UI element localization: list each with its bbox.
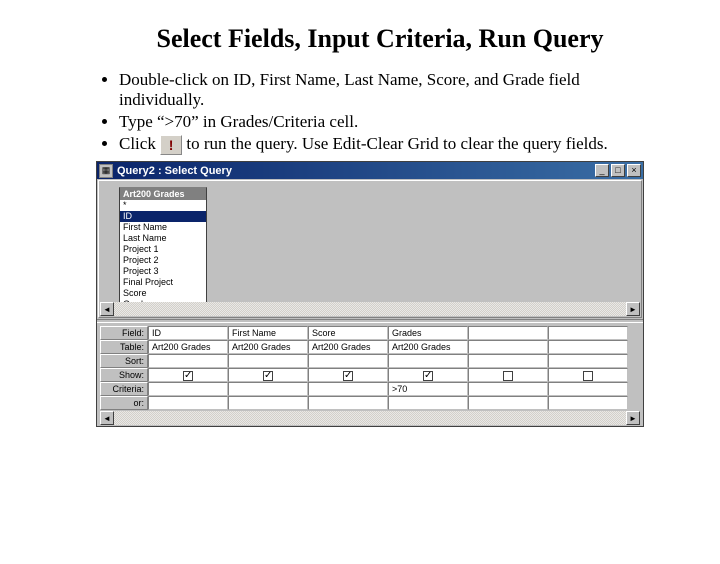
grid-cell-field[interactable]: First Name (228, 326, 308, 340)
instruction-item: Double-click on ID, First Name, Last Nam… (119, 70, 660, 110)
grid-cell-sort[interactable] (388, 354, 468, 368)
grid-cell-or[interactable] (548, 396, 628, 410)
instruction-item: Click ! to run the query. Use Edit-Clear… (119, 134, 660, 155)
show-checkbox[interactable] (343, 371, 353, 381)
maximize-button[interactable]: □ (611, 164, 625, 177)
grid-cell-criteria[interactable] (468, 382, 548, 396)
grid-cell-criteria[interactable] (308, 382, 388, 396)
titlebar[interactable]: ▦ Query2 : Select Query _ □ × (97, 162, 643, 179)
minimize-button[interactable]: _ (595, 164, 609, 177)
tables-pane[interactable]: Art200 Grades *IDFirst NameLast NameProj… (98, 180, 642, 318)
grid-cell-or[interactable] (468, 396, 548, 410)
field-list-item[interactable]: First Name (120, 222, 206, 233)
instructions-list: Double-click on ID, First Name, Last Nam… (95, 70, 660, 155)
grid-cell-sort[interactable] (548, 354, 628, 368)
instructions-block: Double-click on ID, First Name, Last Nam… (0, 70, 720, 155)
field-list-item[interactable]: Project 1 (120, 244, 206, 255)
grid-row-header: Show: (100, 368, 148, 382)
scroll-right-icon[interactable]: ► (626, 302, 640, 316)
field-list-item[interactable]: Final Project (120, 277, 206, 288)
grid-cell-or[interactable] (148, 396, 228, 410)
grid-cell-sort[interactable] (228, 354, 308, 368)
grid-cell-show[interactable] (548, 368, 628, 382)
grid-cell-show[interactable] (308, 368, 388, 382)
grid-row-header: Table: (100, 340, 148, 354)
scroll-left-icon[interactable]: ◄ (100, 411, 114, 425)
grid-cell-sort[interactable] (308, 354, 388, 368)
grid-cell-show[interactable] (228, 368, 308, 382)
scroll-track[interactable] (114, 302, 626, 316)
grid-cell-or[interactable] (228, 396, 308, 410)
show-checkbox[interactable] (583, 371, 593, 381)
grid-cell-show[interactable] (388, 368, 468, 382)
close-button[interactable]: × (627, 164, 641, 177)
grid-cell-or[interactable] (388, 396, 468, 410)
grid-cell-sort[interactable] (148, 354, 228, 368)
grid-cell-field[interactable]: Score (308, 326, 388, 340)
grid-row-header: or: (100, 396, 148, 410)
show-checkbox[interactable] (183, 371, 193, 381)
window-app-icon: ▦ (99, 164, 113, 178)
show-checkbox[interactable] (423, 371, 433, 381)
scroll-right-icon[interactable]: ► (626, 411, 640, 425)
grid-cell-sort[interactable] (468, 354, 548, 368)
grid-cell-table[interactable]: Art200 Grades (148, 340, 228, 354)
grid-row-header: Sort: (100, 354, 148, 368)
scroll-left-icon[interactable]: ◄ (100, 302, 114, 316)
field-listbox-caption: Art200 Grades (120, 188, 206, 200)
field-list-item[interactable]: Project 2 (120, 255, 206, 266)
field-list-item[interactable]: ID (120, 211, 206, 222)
grid-cell-field[interactable] (468, 326, 548, 340)
query-window: ▦ Query2 : Select Query _ □ × Art200 Gra… (96, 161, 644, 427)
field-list-item[interactable]: Last Name (120, 233, 206, 244)
grid-cell-criteria[interactable] (228, 382, 308, 396)
page-title: Select Fields, Input Criteria, Run Query (0, 24, 720, 54)
design-grid-scrollbar[interactable]: ◄ ► (100, 411, 640, 425)
grid-cell-table[interactable] (468, 340, 548, 354)
grid-row-header: Field: (100, 326, 148, 340)
grid-cell-table[interactable]: Art200 Grades (388, 340, 468, 354)
field-list-item[interactable]: Project 3 (120, 266, 206, 277)
grid-cell-criteria[interactable] (148, 382, 228, 396)
design-grid[interactable]: Field:IDFirst NameScoreGradesTable:Art20… (100, 326, 640, 410)
show-checkbox[interactable] (503, 371, 513, 381)
instruction-item: Type “>70” in Grades/Criteria cell. (119, 112, 660, 132)
show-checkbox[interactable] (263, 371, 273, 381)
grid-cell-or[interactable] (308, 396, 388, 410)
grid-cell-table[interactable]: Art200 Grades (228, 340, 308, 354)
window-title: Query2 : Select Query (117, 165, 593, 177)
design-grid-pane: Field:IDFirst NameScoreGradesTable:Art20… (98, 324, 642, 425)
grid-cell-field[interactable]: ID (148, 326, 228, 340)
grid-cell-show[interactable] (148, 368, 228, 382)
grid-cell-table[interactable]: Art200 Grades (308, 340, 388, 354)
grid-cell-field[interactable]: Grades (388, 326, 468, 340)
grid-row-header: Criteria: (100, 382, 148, 396)
tables-pane-scrollbar[interactable]: ◄ ► (100, 302, 640, 316)
run-query-icon: ! (160, 135, 182, 155)
grid-cell-field[interactable] (548, 326, 628, 340)
pane-splitter[interactable] (97, 319, 643, 323)
scroll-track[interactable] (114, 411, 626, 425)
grid-cell-criteria[interactable]: >70 (388, 382, 468, 396)
grid-cell-table[interactable] (548, 340, 628, 354)
grid-cell-show[interactable] (468, 368, 548, 382)
field-listbox[interactable]: Art200 Grades *IDFirst NameLast NameProj… (119, 187, 207, 311)
field-list-item[interactable]: Score (120, 288, 206, 299)
grid-cell-criteria[interactable] (548, 382, 628, 396)
field-list-item[interactable]: * (120, 200, 206, 211)
